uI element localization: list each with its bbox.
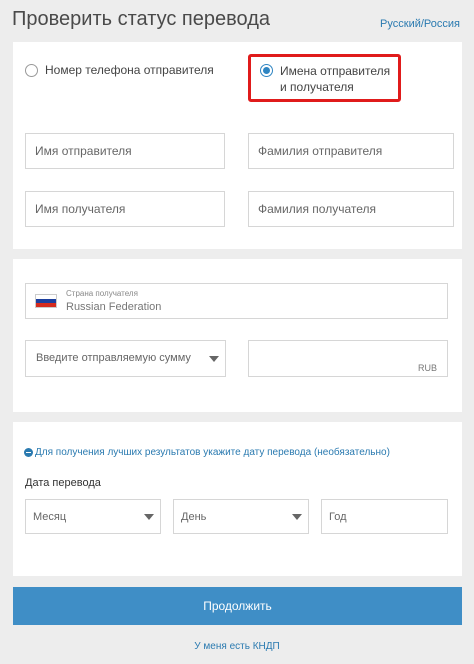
page-header: Проверить статус перевода Русский/Россия [12,8,460,36]
radio-sender-receiver-names[interactable]: Имена отправителя и получателя [248,54,401,102]
radio-button-checked[interactable] [260,64,273,77]
country-value: Russian Federation [66,301,162,313]
sender-first-name-input[interactable]: Имя отправителя [25,133,225,169]
sender-last-name-input[interactable]: Фамилия отправителя [248,133,454,169]
date-panel: Для получения лучших результатов укажите… [13,422,462,576]
kndp-link[interactable]: У меня есть КНДП [0,641,474,652]
flag-stripe-red [36,303,56,307]
language-link[interactable]: Русский/Россия [380,18,460,30]
year-input[interactable]: Год [321,499,448,534]
russia-flag-icon [35,294,57,308]
sender-first-name-placeholder: Имя отправителя [35,144,132,158]
date-hint-text: Для получения лучших результатов укажите… [35,447,390,458]
radio-sender-phone[interactable]: Номер телефона отправителя [25,63,214,77]
chevron-down-icon [144,514,154,520]
send-amount-placeholder: Введите отправляемую сумму [36,352,191,364]
month-placeholder: Месяц [33,511,67,523]
radio-button-unchecked[interactable] [25,64,38,77]
receiver-last-name-placeholder: Фамилия получателя [258,202,376,216]
receiver-first-name-placeholder: Имя получателя [35,202,126,216]
day-placeholder: День [181,511,207,523]
radio-label-names: Имена отправителя и получателя [280,64,391,94]
receiver-last-name-input[interactable]: Фамилия получателя [248,191,454,227]
minus-circle-icon [24,448,33,457]
country-label: Страна получателя [66,289,138,298]
day-select[interactable]: День [173,499,309,534]
continue-button[interactable]: Продолжить [13,587,462,625]
chevron-down-icon [292,514,302,520]
destination-country-select[interactable]: Страна получателя Russian Federation [25,283,448,319]
receiver-first-name-input[interactable]: Имя получателя [25,191,225,227]
transfer-date-label: Дата перевода [25,477,101,489]
sender-last-name-placeholder: Фамилия отправителя [258,144,383,158]
amount-panel: Страна получателя Russian Federation Вве… [13,259,462,412]
page-title: Проверить статус перевода [12,8,270,30]
send-amount-select[interactable]: Введите отправляемую сумму [25,340,226,377]
chevron-down-icon [209,356,219,362]
month-select[interactable]: Месяц [25,499,161,534]
date-hint-toggle[interactable]: Для получения лучших результатов укажите… [24,447,390,458]
names-panel: Номер телефона отправителя Имена отправи… [13,42,462,249]
currency-code: RUB [417,363,437,373]
year-placeholder: Год [329,511,347,523]
receive-amount-input[interactable]: RUB [248,340,448,377]
radio-label-sender-phone: Номер телефона отправителя [45,63,214,77]
